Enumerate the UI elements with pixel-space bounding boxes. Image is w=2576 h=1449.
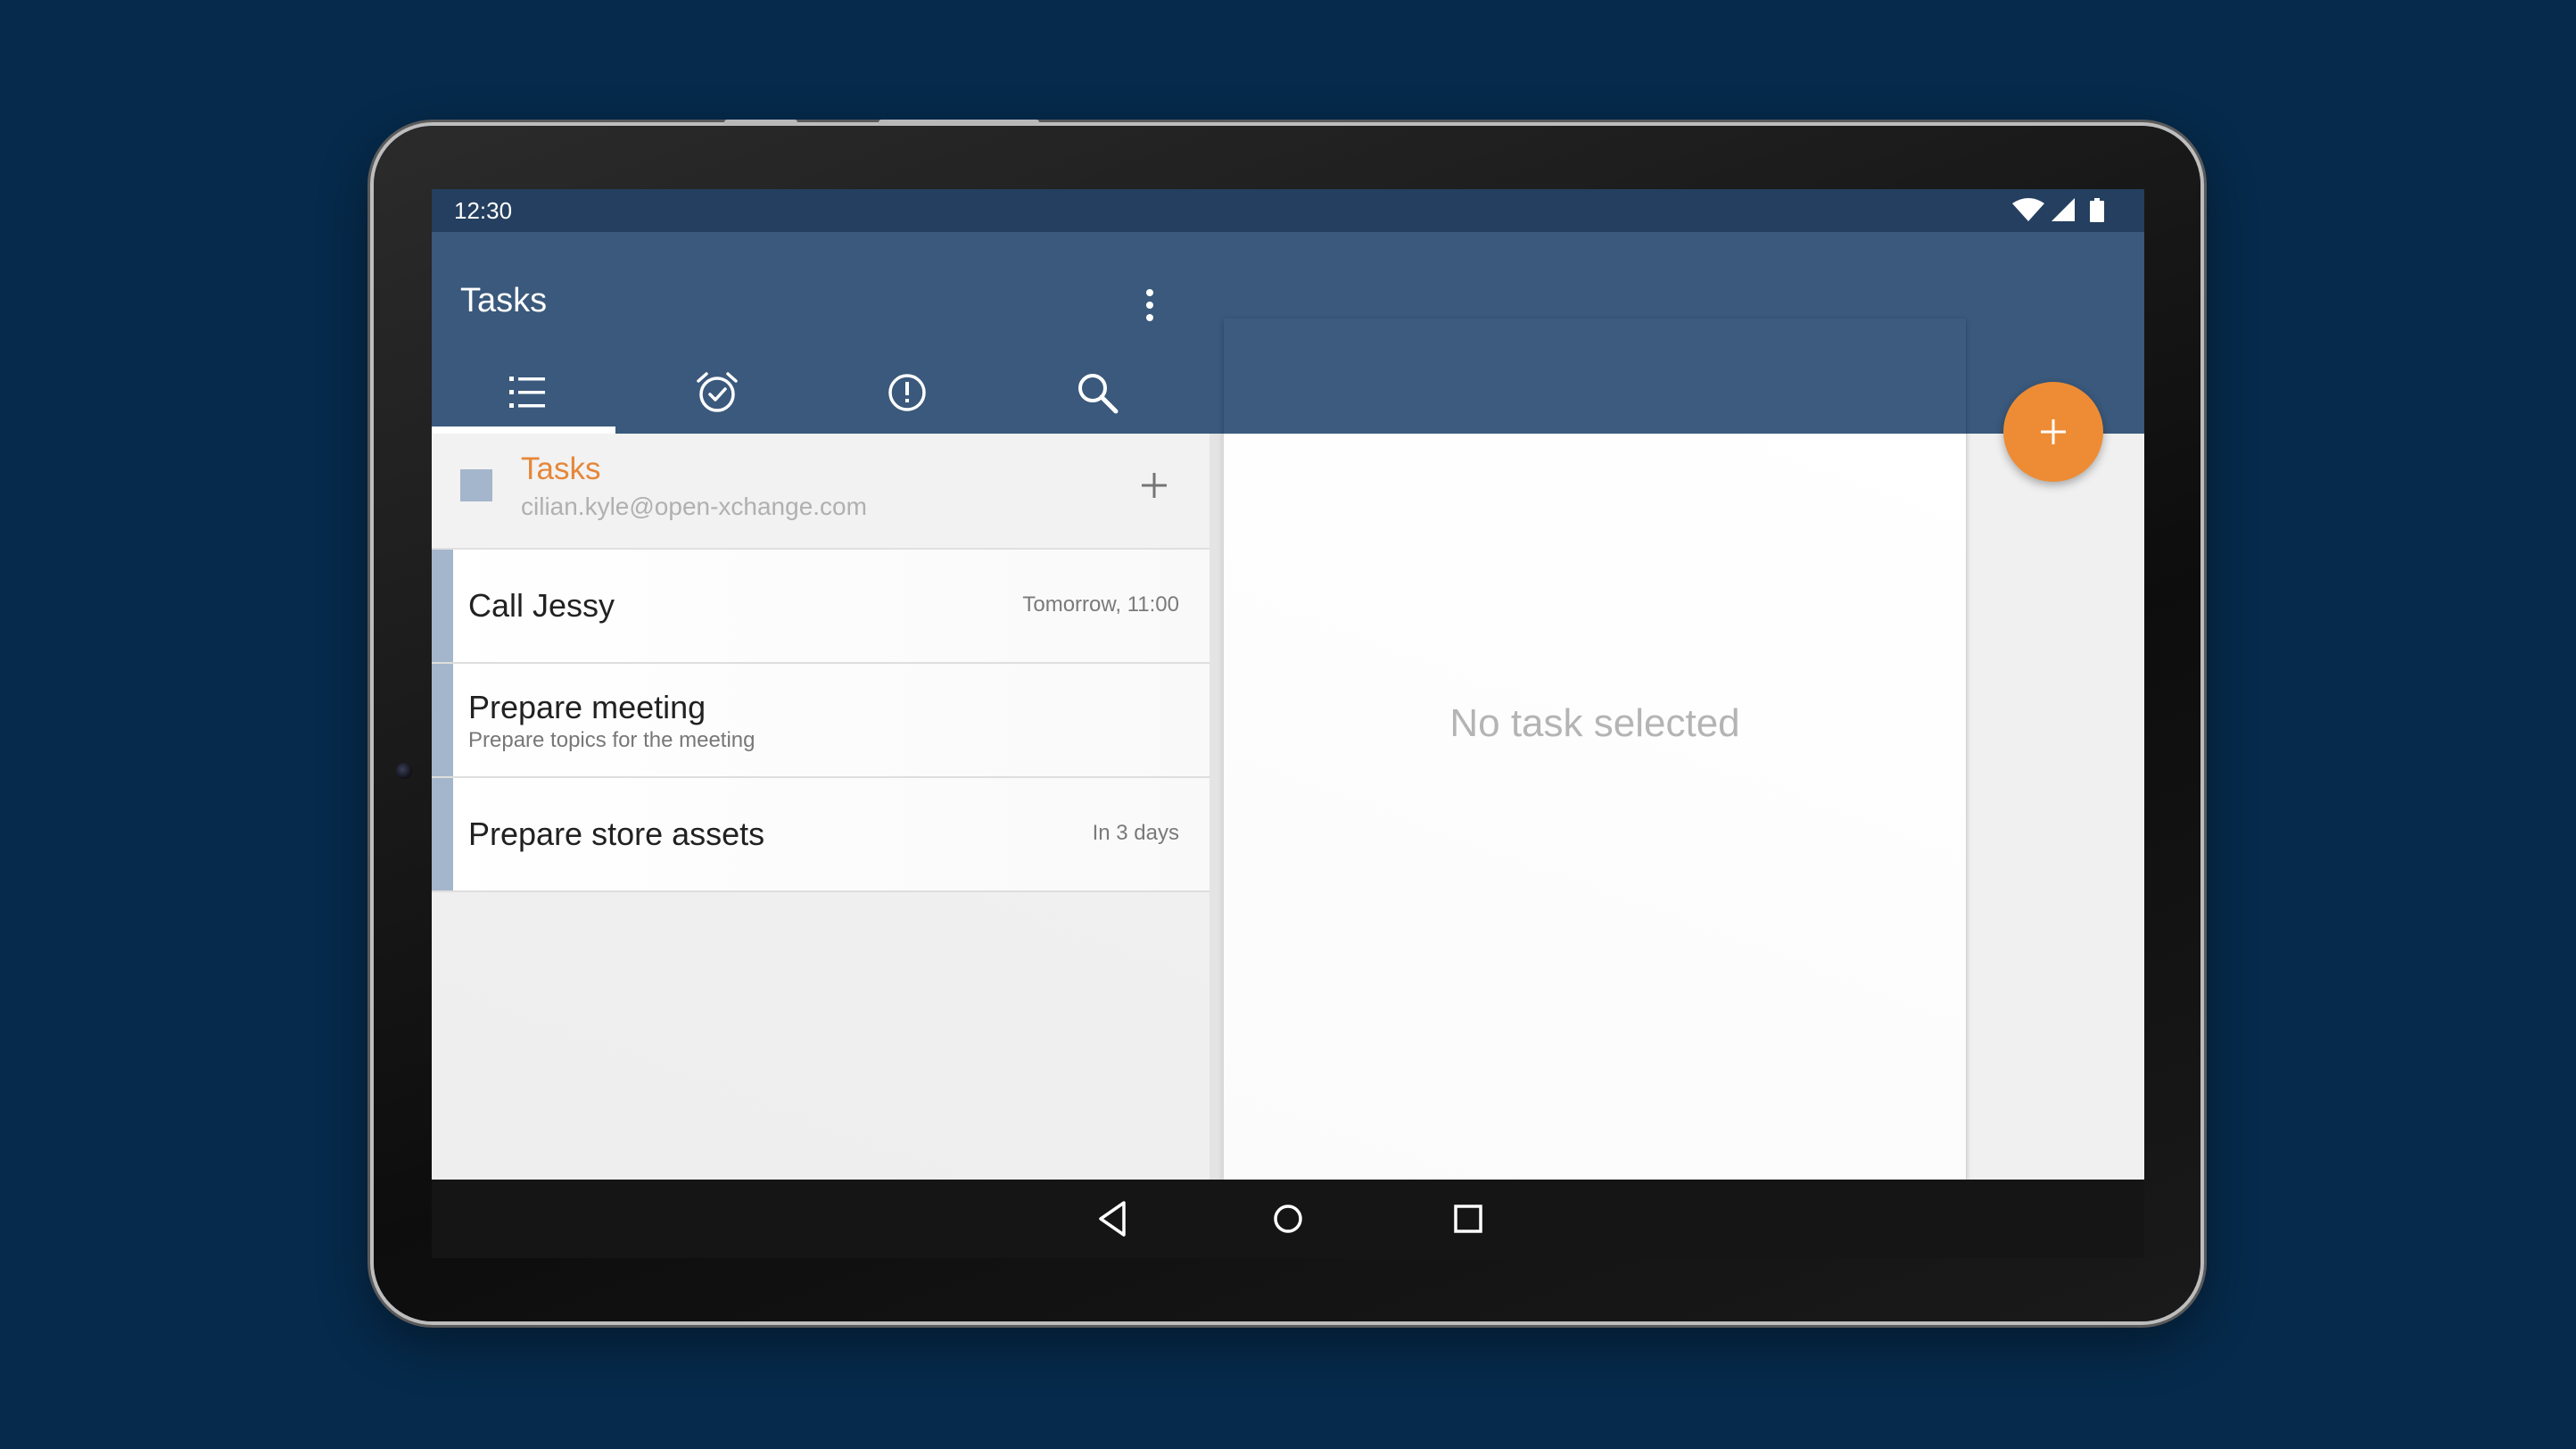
- app-title: Tasks: [460, 282, 548, 319]
- recents-icon: [1454, 1205, 1482, 1233]
- power-button: [879, 120, 1039, 125]
- tab-selected-indicator: [432, 426, 615, 434]
- empty-state-text: No task selected: [1449, 701, 1740, 745]
- cellular-signal-icon: [2052, 198, 2075, 221]
- plus-icon: [2041, 419, 2066, 444]
- tab-important[interactable]: [812, 357, 1002, 434]
- back-button[interactable]: [1090, 1196, 1136, 1242]
- wifi-icon: [2012, 198, 2044, 221]
- front-camera: [396, 763, 412, 779]
- tab-all-tasks[interactable]: [432, 357, 622, 434]
- recents-button[interactable]: [1445, 1196, 1491, 1242]
- folder-header: Tasks cilian.kyle@open-xchange.com: [432, 434, 1210, 550]
- task-title: Prepare meeting: [468, 689, 706, 725]
- task-row[interactable]: Prepare meeting Prepare topics for the m…: [432, 664, 1210, 778]
- task-folder-accent: [432, 778, 453, 890]
- task-due-date: Tomorrow, 11:00: [1022, 592, 1179, 617]
- status-time: 12:30: [454, 197, 513, 224]
- tab-due[interactable]: [622, 357, 812, 434]
- volume-button: [724, 120, 797, 125]
- plus-icon: [1142, 473, 1167, 498]
- new-task-fab[interactable]: [2003, 382, 2103, 482]
- task-due-date: In 3 days: [1092, 821, 1179, 845]
- status-bar: 12:30: [432, 189, 2144, 232]
- home-icon: [1274, 1205, 1302, 1233]
- alarm-check-icon: [696, 372, 738, 412]
- system-nav-bar: [432, 1180, 2144, 1258]
- task-description: Prepare topics for the meeting: [468, 728, 755, 752]
- task-folder-accent: [432, 550, 453, 662]
- pane-divider: [1210, 434, 1222, 1180]
- back-icon: [1099, 1201, 1126, 1237]
- detail-body: No task selected: [1224, 434, 1966, 1180]
- task-title: Call Jessy: [468, 587, 615, 624]
- folder-name: Tasks: [521, 451, 601, 486]
- add-task-button[interactable]: [1136, 468, 1172, 503]
- task-folder-accent: [432, 664, 453, 776]
- alert-circle-icon: [888, 374, 926, 411]
- more-vert-icon[interactable]: [1136, 286, 1163, 325]
- task-list-pane: Tasks cilian.kyle@open-xchange.com Call …: [432, 434, 1210, 1180]
- list-icon: [508, 377, 545, 408]
- task-row[interactable]: Call Jessy Tomorrow, 11:00: [432, 550, 1210, 664]
- search-icon: [1077, 374, 1118, 414]
- task-title: Prepare store assets: [468, 816, 765, 852]
- battery-icon: [2090, 198, 2104, 222]
- tab-search[interactable]: [1002, 357, 1192, 434]
- status-icons: [2012, 198, 2110, 223]
- task-detail-pane: No task selected: [1224, 319, 1966, 1180]
- home-button[interactable]: [1265, 1196, 1311, 1242]
- detail-header: [1224, 319, 1966, 434]
- tablet-screen: 12:30 Tasks Tasks cilian.kyle@open-xchan…: [432, 189, 2144, 1258]
- folder-color-swatch: [460, 469, 492, 501]
- task-row[interactable]: Prepare store assets In 3 days: [432, 778, 1210, 892]
- folder-account: cilian.kyle@open-xchange.com: [521, 493, 867, 520]
